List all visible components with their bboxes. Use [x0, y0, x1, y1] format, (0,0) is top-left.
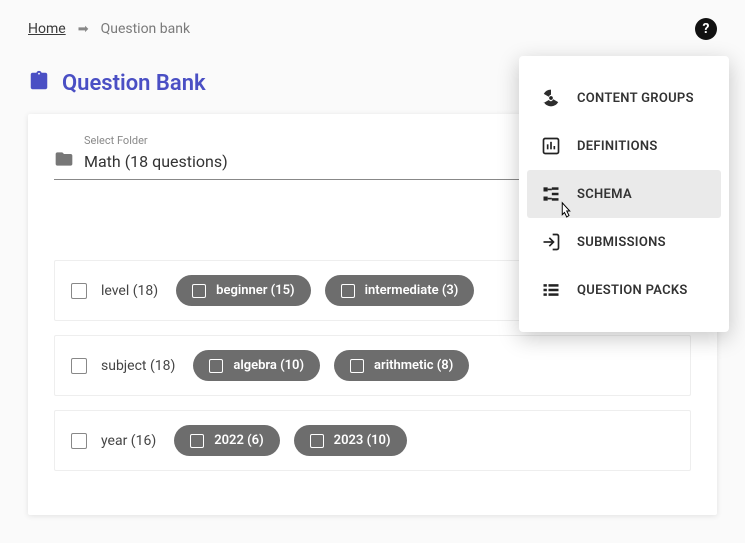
chip-checkbox[interactable] — [350, 359, 364, 373]
menu-item[interactable]: CONTENT GROUPS — [519, 74, 729, 122]
row-checkbox[interactable] — [71, 283, 87, 299]
tag-chip[interactable]: arithmetic (8) — [334, 350, 469, 381]
dropdown-menu: CONTENT GROUPS DEFINITIONS SCHEMA SUBMISSIO… — [519, 56, 729, 332]
breadcrumb-arrow-icon: ➡ — [78, 22, 89, 37]
chip-label: algebra (10) — [233, 358, 304, 373]
tag-row: subject (18) algebra (10) arithmetic (8) — [54, 335, 691, 396]
breadcrumb-current: Question bank — [101, 21, 190, 37]
chip-checkbox[interactable] — [190, 434, 204, 448]
bar-chart-icon — [541, 136, 561, 156]
chip-checkbox[interactable] — [310, 434, 324, 448]
menu-item-label: SCHEMA — [577, 187, 632, 202]
menu-item-label: QUESTION PACKS — [577, 283, 688, 298]
chip-checkbox[interactable] — [209, 359, 223, 373]
row-checkbox[interactable] — [71, 433, 87, 449]
chip-checkbox[interactable] — [341, 284, 355, 298]
chip-label: 2022 (6) — [214, 433, 263, 448]
tag-label: level (18) — [101, 283, 158, 299]
menu-item-label: DEFINITIONS — [577, 139, 658, 154]
hierarchy-icon — [541, 184, 561, 204]
menu-item[interactable]: QUESTION PACKS — [519, 266, 729, 314]
tag-chip[interactable]: intermediate (3) — [325, 275, 475, 306]
page-title: Question Bank — [62, 71, 206, 96]
tag-chip[interactable]: beginner (15) — [176, 275, 310, 306]
tag-label: subject (18) — [101, 358, 175, 374]
tag-chip[interactable]: 2022 (6) — [174, 425, 279, 456]
folder-icon — [54, 149, 74, 173]
menu-item-label: CONTENT GROUPS — [577, 91, 694, 106]
chip-label: beginner (15) — [216, 283, 294, 298]
folder-select[interactable]: Select Folder Math (18 questions) ▼ — [54, 134, 594, 180]
tag-label: year (16) — [101, 433, 156, 449]
breadcrumb: Home ➡ Question bank — [28, 21, 190, 37]
tag-chip[interactable]: algebra (10) — [193, 350, 320, 381]
chip-label: 2023 (10) — [334, 433, 391, 448]
chip-label: arithmetic (8) — [374, 358, 453, 373]
menu-item-label: SUBMISSIONS — [577, 235, 666, 250]
exit-icon — [541, 232, 561, 252]
tag-row: year (16) 2022 (6) 2023 (10) — [54, 410, 691, 471]
tag-chip[interactable]: 2023 (10) — [294, 425, 407, 456]
folder-select-value: Math (18 questions) — [84, 152, 574, 171]
radiation-icon — [541, 88, 561, 108]
row-checkbox[interactable] — [71, 358, 87, 374]
folder-select-label: Select Folder — [84, 134, 594, 147]
chip-checkbox[interactable] — [192, 284, 206, 298]
menu-item[interactable]: SUBMISSIONS — [519, 218, 729, 266]
help-icon[interactable]: ? — [695, 18, 717, 40]
menu-item[interactable]: DEFINITIONS — [519, 122, 729, 170]
menu-item[interactable]: SCHEMA — [527, 170, 721, 218]
list-icon — [541, 280, 561, 300]
clipboard-icon — [28, 70, 50, 96]
chip-label: intermediate (3) — [365, 283, 459, 298]
breadcrumb-home-link[interactable]: Home — [28, 21, 66, 37]
